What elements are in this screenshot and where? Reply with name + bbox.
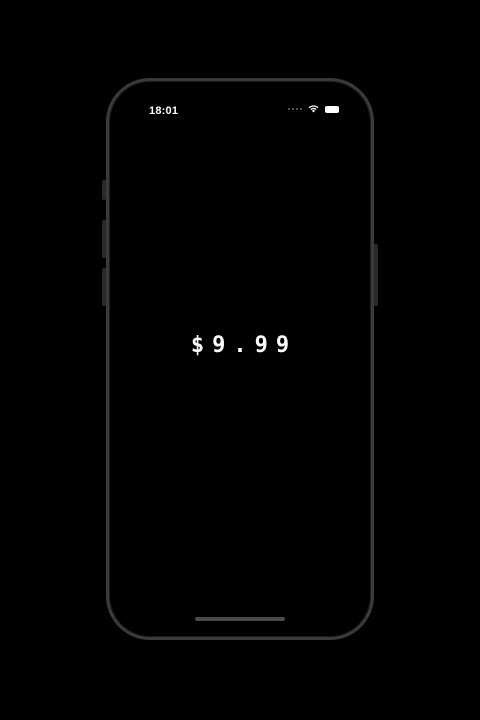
phone-screen: 18:01 $9.99	[113, 85, 367, 633]
power-button[interactable]	[374, 244, 378, 306]
status-time: 18:01	[149, 105, 179, 117]
status-bar: 18:01	[113, 85, 367, 125]
price-label: $9.99	[190, 333, 298, 358]
phone-frame: 18:01 $9.99	[106, 78, 374, 640]
stage: 18:01 $9.99	[0, 0, 480, 720]
battery-icon	[325, 105, 339, 113]
status-icons	[288, 105, 339, 113]
wifi-icon	[308, 105, 319, 113]
signal-dots-icon	[288, 108, 302, 110]
home-indicator[interactable]	[195, 617, 285, 621]
